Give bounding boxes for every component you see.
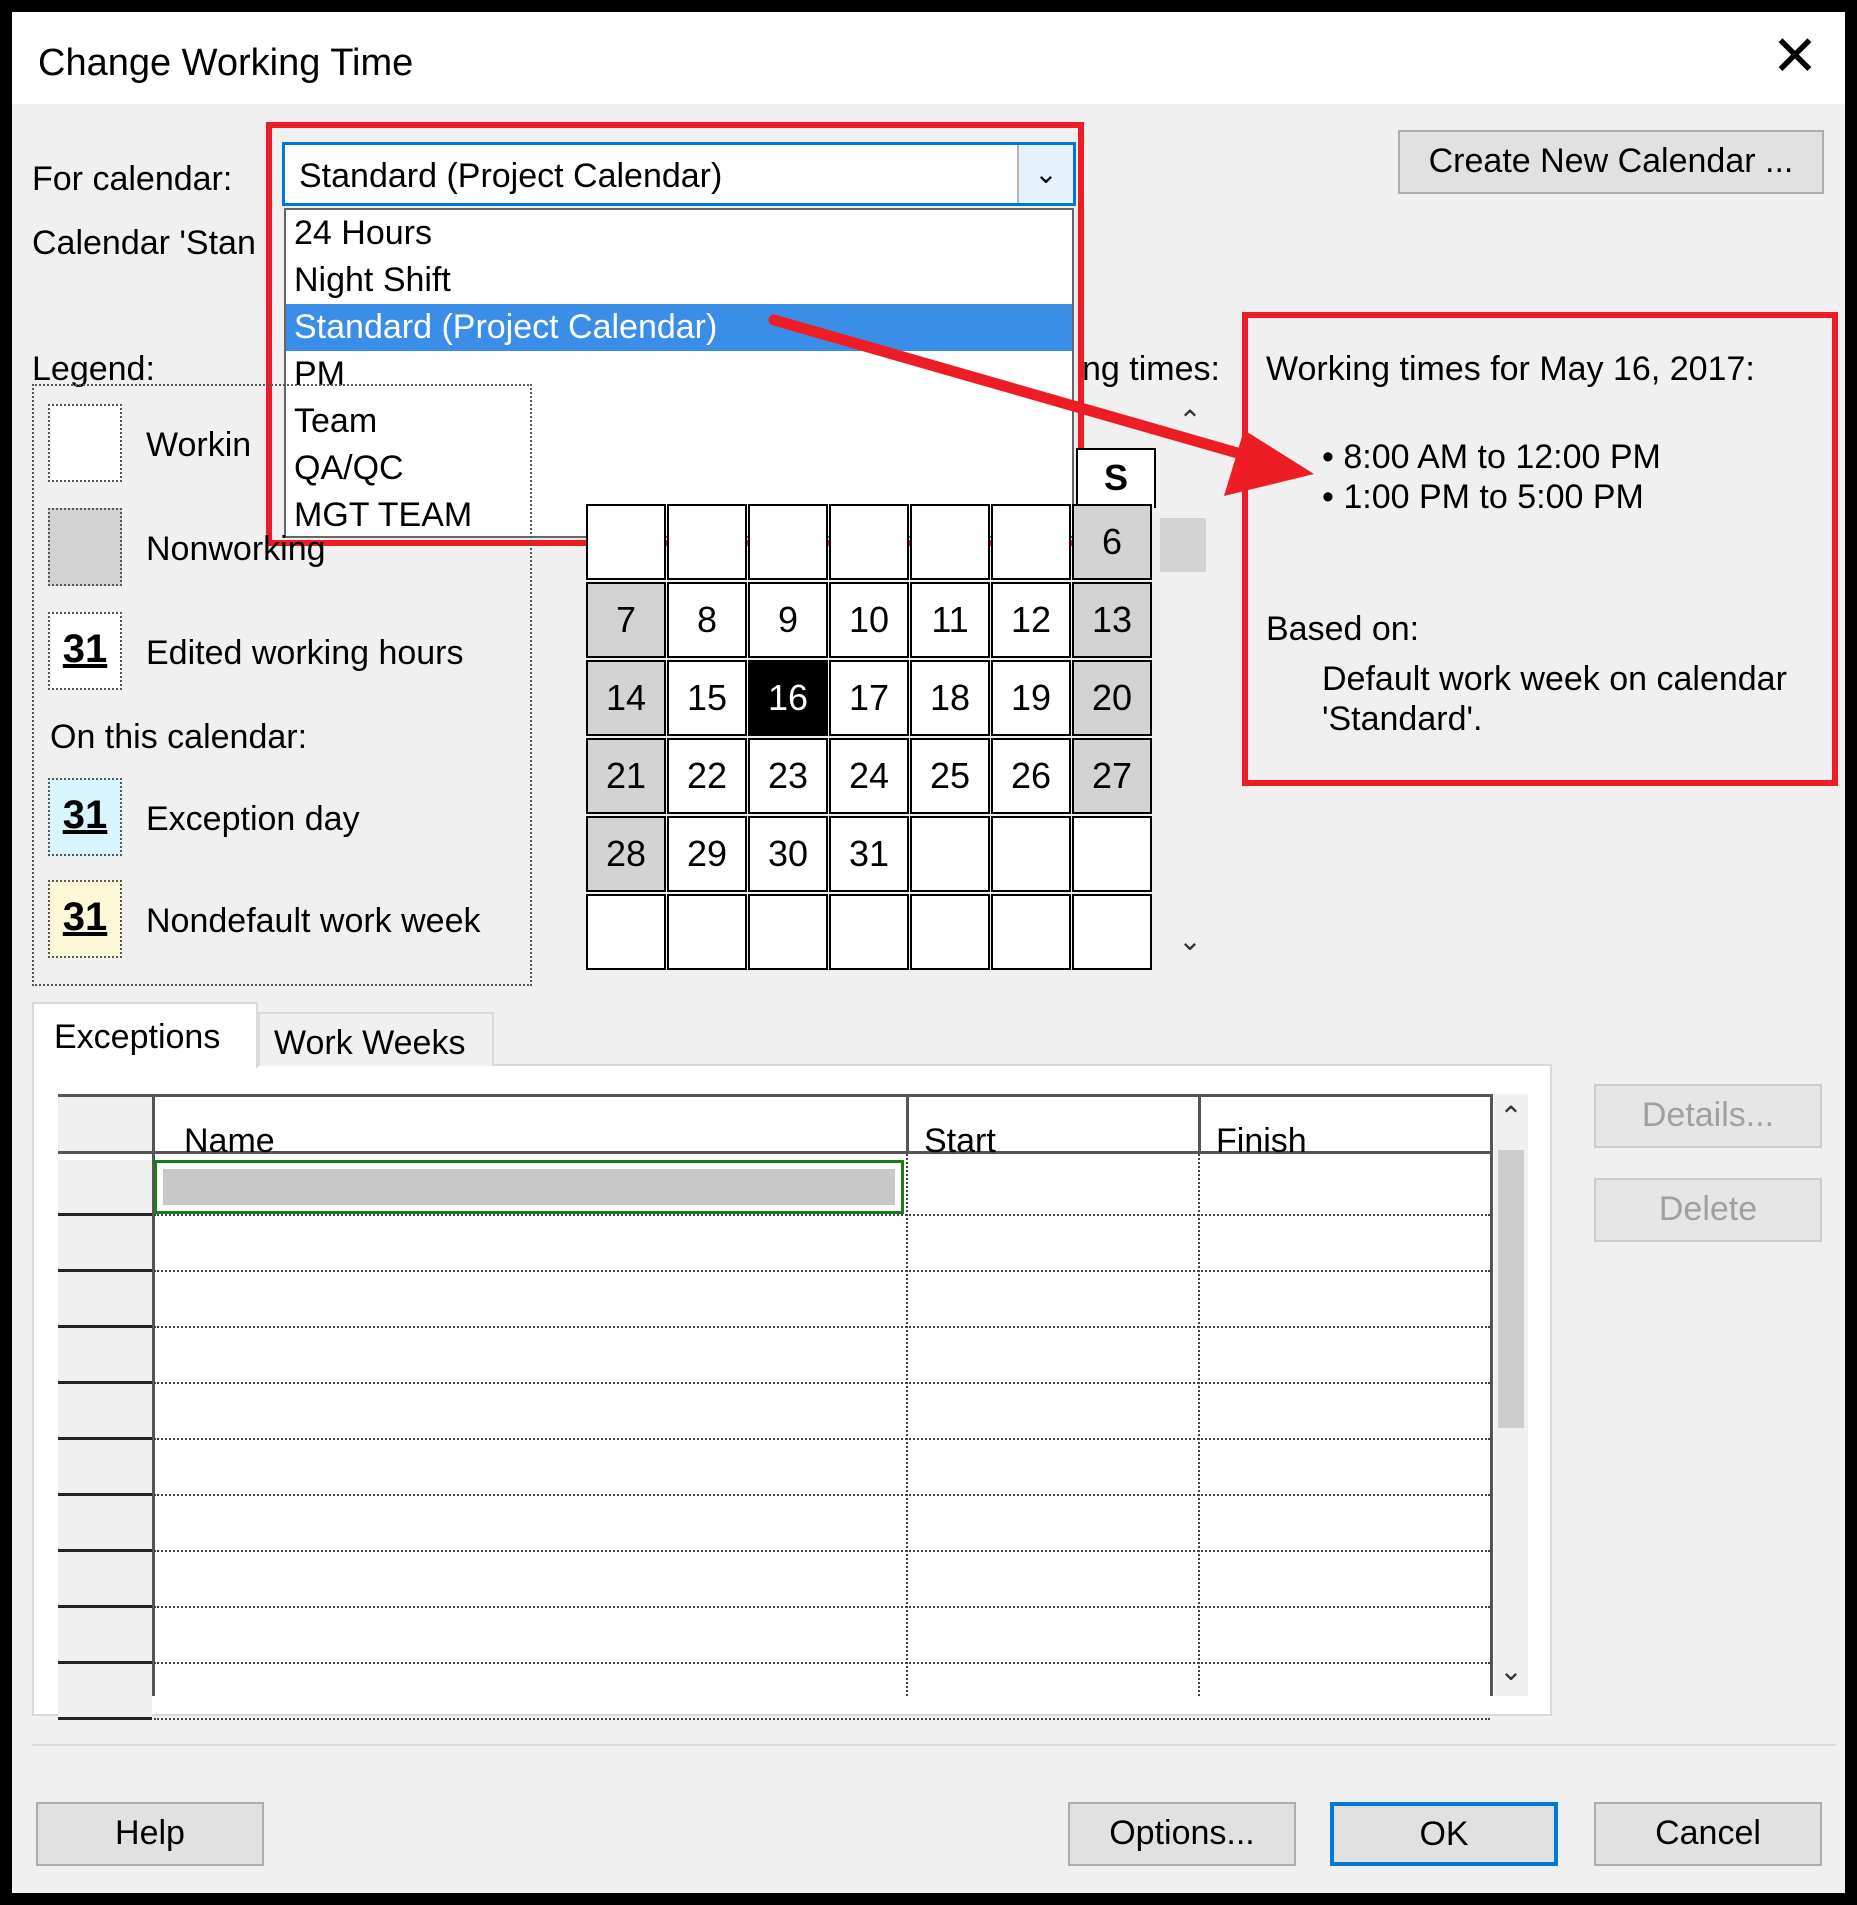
tab-exceptions-label: Exceptions [54, 1018, 221, 1056]
tab-exceptions[interactable]: Exceptions [32, 1002, 258, 1068]
table-row[interactable] [154, 1270, 1490, 1272]
table-row[interactable] [154, 1438, 1490, 1440]
row-header[interactable] [58, 1440, 152, 1496]
row-header[interactable] [58, 1496, 152, 1552]
row-header[interactable] [58, 1328, 152, 1384]
table-row[interactable] [154, 1494, 1490, 1496]
table-row[interactable] [154, 1382, 1490, 1384]
header-divider-start [906, 1094, 909, 1154]
row-header[interactable] [58, 1384, 152, 1440]
tab-work-weeks-label: Work Weeks [274, 1024, 466, 1062]
active-cell-name[interactable] [154, 1160, 904, 1214]
change-working-time-dialog: Change Working Time ✕ For calendar: Cale… [12, 12, 1845, 1893]
cancel-button[interactable]: Cancel [1594, 1802, 1822, 1866]
table-row[interactable] [154, 1550, 1490, 1552]
exceptions-table: Name Start Finish ⌃ ⌄ [58, 1094, 1528, 1720]
ok-button[interactable]: OK [1330, 1802, 1558, 1866]
column-header-start[interactable]: Start [924, 1122, 996, 1161]
table-scroll-down-icon[interactable]: ⌄ [1494, 1654, 1528, 1687]
column-divider [1198, 1154, 1200, 1696]
table-row[interactable] [154, 1662, 1490, 1664]
row-header[interactable] [58, 1272, 152, 1328]
column-header-name[interactable]: Name [184, 1122, 275, 1161]
tab-work-weeks[interactable]: Work Weeks [258, 1012, 494, 1066]
row-header[interactable] [58, 1552, 152, 1608]
column-header-finish[interactable]: Finish [1216, 1122, 1307, 1161]
header-divider-finish [1198, 1094, 1201, 1154]
table-corner [58, 1094, 152, 1154]
table-right-divider [1490, 1094, 1493, 1696]
table-scroll-thumb[interactable] [1498, 1150, 1524, 1428]
column-divider [906, 1154, 908, 1696]
row-header[interactable] [58, 1664, 152, 1720]
table-scrollbar[interactable]: ⌃ ⌄ [1494, 1094, 1528, 1696]
options-button[interactable]: Options... [1068, 1802, 1296, 1866]
delete-button[interactable]: Delete [1594, 1178, 1822, 1242]
footer-divider [32, 1744, 1836, 1746]
table-row[interactable] [154, 1214, 1490, 1216]
help-button[interactable]: Help [36, 1802, 264, 1866]
details-button[interactable]: Details... [1594, 1084, 1822, 1148]
row-header[interactable] [58, 1160, 152, 1216]
table-row[interactable] [154, 1606, 1490, 1608]
table-row[interactable] [154, 1326, 1490, 1328]
table-row[interactable] [154, 1718, 1490, 1720]
row-header[interactable] [58, 1216, 152, 1272]
table-scroll-up-icon[interactable]: ⌃ [1494, 1100, 1528, 1133]
row-header[interactable] [58, 1608, 152, 1664]
